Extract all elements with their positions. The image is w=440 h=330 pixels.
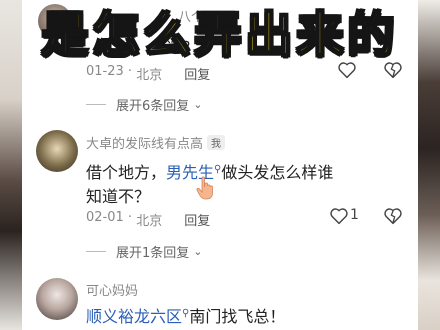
video-background-left <box>0 0 22 330</box>
like-heart-icon[interactable] <box>337 61 357 79</box>
expand-replies-button[interactable]: 展开6条回复 ⌄ <box>86 95 203 114</box>
chevron-down-icon: ⌄ <box>193 98 203 111</box>
comment-text: 顺义裕龙六区⚲南门找飞总！ <box>86 307 286 326</box>
video-background-right <box>418 0 440 330</box>
comment-username[interactable]: 可心妈妈 <box>86 280 138 299</box>
comment-meta: 01-23 · 北京 回复 <box>86 64 211 83</box>
avatar[interactable] <box>36 278 78 320</box>
avatar[interactable] <box>38 4 72 38</box>
avatar[interactable] <box>36 130 78 172</box>
comment-date: 02-01 <box>86 210 124 225</box>
comment-username[interactable]: 八个 <box>178 6 204 25</box>
dislike-heart-icon[interactable] <box>383 207 403 225</box>
comment-location: 北京 <box>136 214 163 229</box>
comment-location: 北京 <box>136 68 163 83</box>
dislike-heart-icon[interactable] <box>383 61 403 79</box>
comment-date: 01-23 <box>86 64 124 79</box>
like-heart-icon[interactable] <box>329 207 349 225</box>
comment-username[interactable]: 大卓的发际线有点高我 <box>86 133 226 152</box>
search-link[interactable]: 顺义裕龙六区 <box>86 307 182 326</box>
reply-button[interactable]: 回复 <box>184 210 210 229</box>
reply-button[interactable]: 回复 <box>184 64 210 83</box>
comment-meta: 02-01 · 北京 回复 <box>86 210 211 229</box>
like-count: 1 <box>350 207 359 223</box>
chevron-down-icon: ⌄ <box>193 245 203 258</box>
pointer-hand-icon <box>196 176 213 200</box>
author-badge: 我 <box>207 135 226 150</box>
comment-text: 道？！ <box>166 38 215 57</box>
expand-replies-button[interactable]: 展开1条回复 ⌄ <box>86 242 203 261</box>
